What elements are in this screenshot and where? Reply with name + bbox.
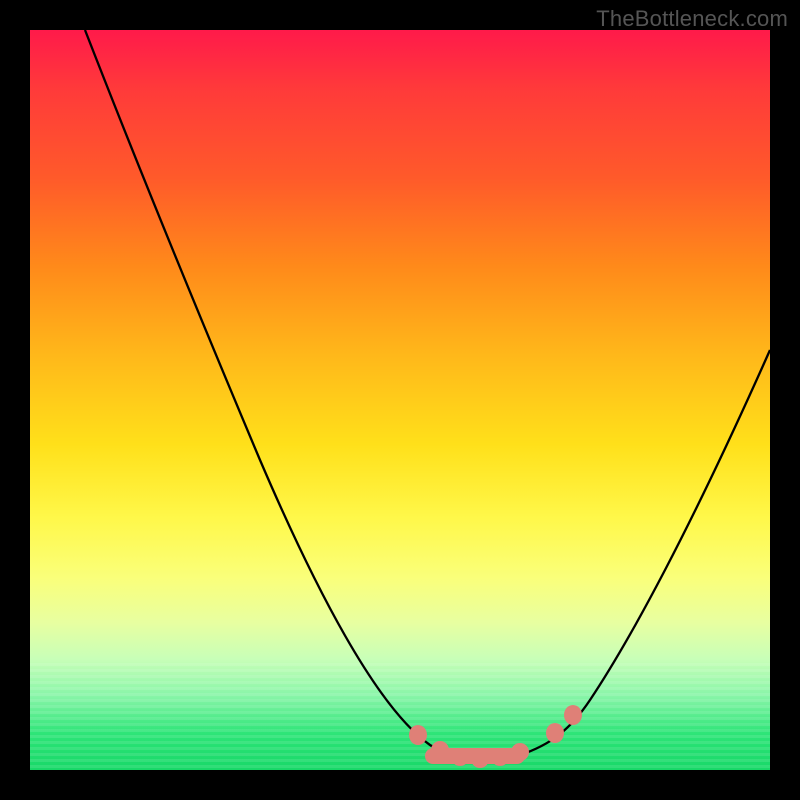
chart-svg — [30, 30, 770, 770]
bottleneck-curve — [85, 30, 770, 762]
watermark-text: TheBottleneck.com — [596, 6, 788, 32]
chart-plot-area — [30, 30, 770, 770]
marker-right-upper — [564, 705, 582, 725]
marker-flat-bar — [425, 748, 525, 764]
marker-right-lower — [546, 723, 564, 743]
marker-left-edge — [409, 725, 427, 745]
